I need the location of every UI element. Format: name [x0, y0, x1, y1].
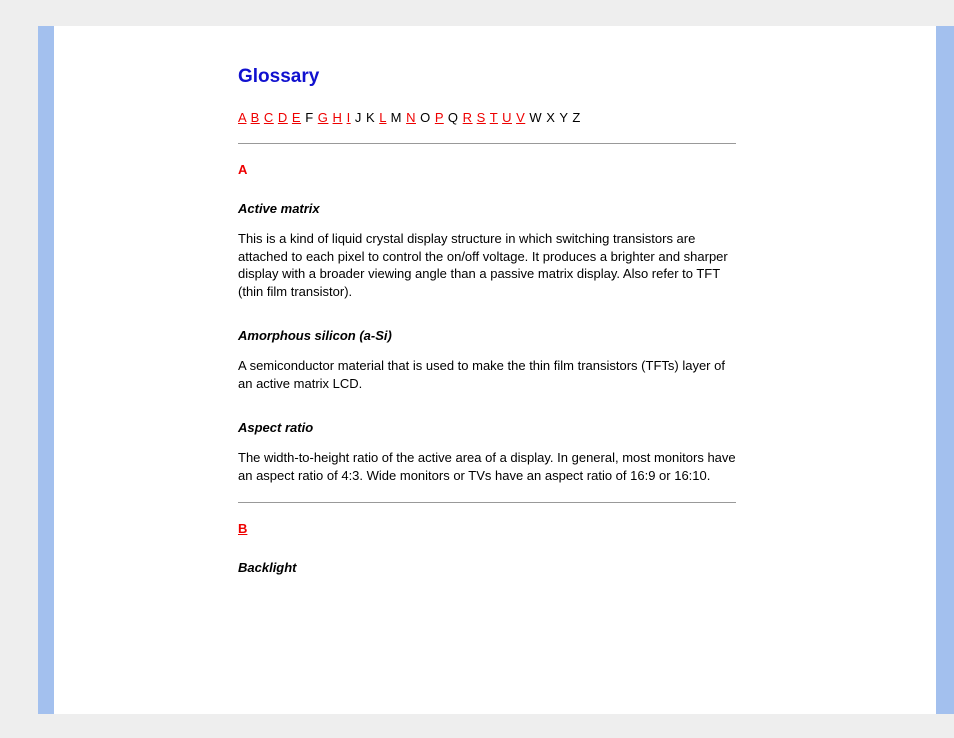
alpha-link-c[interactable]: C	[264, 110, 274, 125]
section-letter-b[interactable]: B	[238, 521, 736, 536]
alpha-link-p[interactable]: P	[435, 110, 444, 125]
alpha-link-h[interactable]: H	[333, 110, 343, 125]
alpha-letter-x: X	[546, 110, 555, 125]
alpha-link-e[interactable]: E	[292, 110, 301, 125]
alpha-link-r[interactable]: R	[463, 110, 473, 125]
alpha-link-n[interactable]: N	[406, 110, 416, 125]
glossary-definition: A semiconductor material that is used to…	[238, 357, 736, 392]
alpha-letter-k: K	[366, 110, 375, 125]
alphabet-nav: A B C D E F G H I J K L M N O P Q R S T …	[238, 110, 736, 125]
alpha-letter-w: W	[529, 110, 542, 125]
alpha-link-u[interactable]: U	[502, 110, 512, 125]
alpha-link-s[interactable]: S	[477, 110, 486, 125]
glossary-definition: This is a kind of liquid crystal display…	[238, 230, 736, 300]
alpha-letter-j: J	[355, 110, 362, 125]
page-content: Glossary A B C D E F G H I J K L M N O P…	[54, 26, 936, 714]
alpha-letter-o: O	[420, 110, 431, 125]
alpha-letter-m: M	[391, 110, 402, 125]
divider	[238, 143, 736, 144]
alpha-link-a[interactable]: A	[238, 110, 246, 125]
alpha-link-l[interactable]: L	[379, 110, 386, 125]
glossary-term: Backlight	[238, 560, 736, 575]
right-accent-stripe	[936, 26, 954, 714]
glossary-term: Active matrix	[238, 201, 736, 216]
glossary-term: Aspect ratio	[238, 420, 736, 435]
page-title: Glossary	[238, 66, 736, 88]
section-letter-a: A	[238, 162, 736, 177]
alpha-letter-z: Z	[572, 110, 580, 125]
alpha-link-g[interactable]: G	[318, 110, 329, 125]
divider	[238, 502, 736, 503]
alpha-letter-q: Q	[448, 110, 459, 125]
glossary-definition: The width-to-height ratio of the active …	[238, 449, 736, 484]
alpha-link-b[interactable]: B	[251, 110, 260, 125]
alpha-letter-f: F	[305, 110, 313, 125]
glossary-term: Amorphous silicon (a-Si)	[238, 328, 736, 343]
alpha-link-v[interactable]: V	[516, 110, 525, 125]
alpha-link-t[interactable]: T	[490, 110, 498, 125]
left-accent-stripe	[38, 26, 54, 714]
alpha-letter-y: Y	[559, 110, 568, 125]
alpha-link-i[interactable]: I	[347, 110, 351, 125]
alpha-link-d[interactable]: D	[278, 110, 288, 125]
